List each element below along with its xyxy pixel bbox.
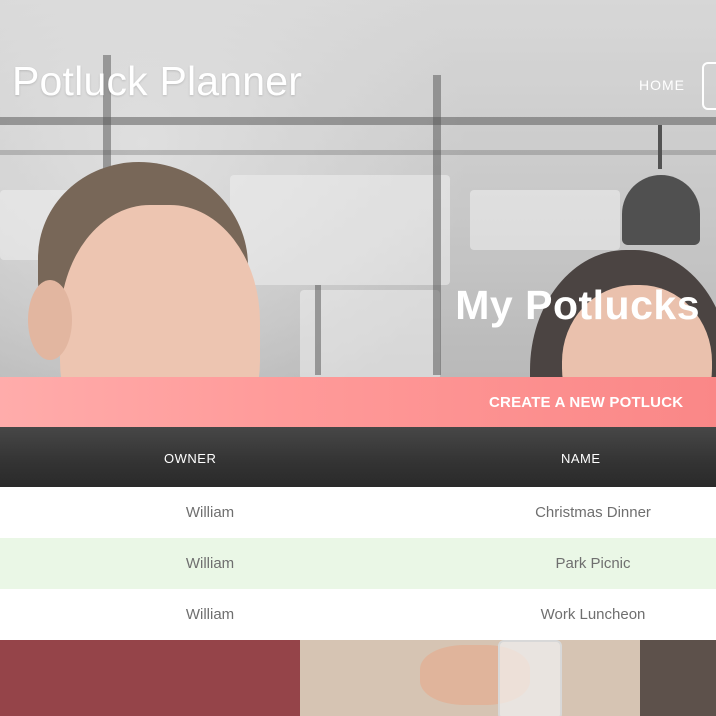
owner-cell: William — [185, 504, 235, 521]
owner-cell: William — [185, 555, 235, 572]
menu-button[interactable] — [702, 62, 716, 110]
create-potluck-label: CREATE A NEW POTLUCK — [489, 394, 684, 411]
column-header-owner[interactable]: OWNER — [164, 451, 216, 466]
column-header-name[interactable]: NAME — [561, 451, 601, 466]
table-row[interactable]: William Christmas Dinner — [0, 487, 716, 538]
page-title: My Potlucks — [455, 282, 700, 328]
nav-home-link[interactable]: HOME — [639, 77, 685, 93]
potluck-name-cell[interactable]: Christmas Dinner — [470, 504, 716, 521]
create-potluck-button[interactable]: CREATE A NEW POTLUCK — [0, 377, 716, 427]
potluck-name-cell[interactable]: Park Picnic — [470, 555, 716, 572]
brand-logo-text[interactable]: Potluck Planner — [12, 58, 302, 105]
potlucks-table: OWNER NAME William Christmas Dinner Will… — [0, 427, 716, 640]
table-header: OWNER NAME — [0, 427, 716, 487]
table-row[interactable]: William Work Luncheon — [0, 589, 716, 640]
table-row[interactable]: William Park Picnic — [0, 538, 716, 589]
owner-cell: William — [185, 606, 235, 623]
potluck-name-cell[interactable]: Work Luncheon — [470, 606, 716, 623]
